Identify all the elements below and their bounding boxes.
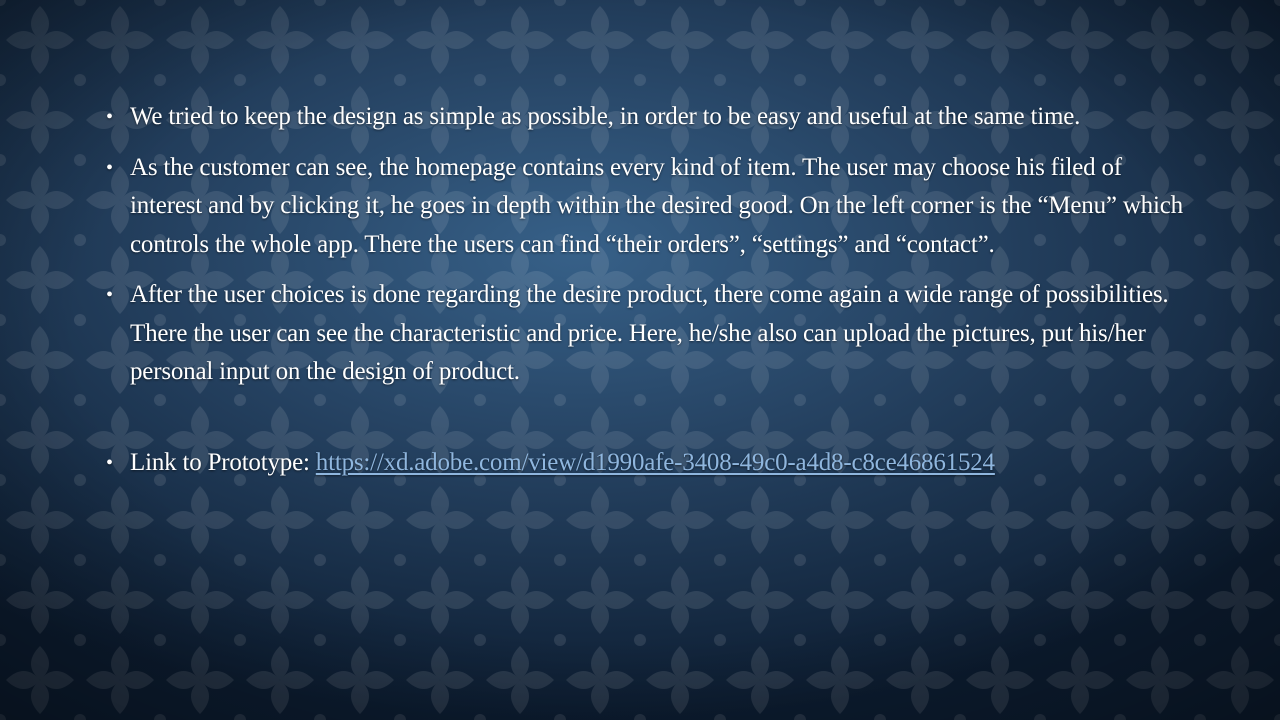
bullet-item: • After the user choices is done regardi… [104, 276, 1194, 392]
link-label: Link to Prototype: [130, 448, 316, 476]
bullet-text: As the customer can see, the homepage co… [130, 153, 1183, 258]
bullet-dot: • [106, 284, 113, 306]
bullet-list: • We tried to keep the design as simple … [104, 98, 1194, 482]
bullet-item: • We tried to keep the design as simple … [104, 98, 1194, 137]
bullet-dot: • [106, 451, 113, 474]
bullet-dot: • [106, 106, 113, 128]
slide: • We tried to keep the design as simple … [0, 0, 1280, 720]
bullet-item-link: • Link to Prototype: https://xd.adobe.co… [104, 444, 1194, 483]
bullet-text: After the user choices is done regarding… [130, 281, 1169, 385]
bullet-text: We tried to keep the design as simple as… [130, 103, 1081, 130]
prototype-link[interactable]: https://xd.adobe.com/view/d1990afe-3408-… [316, 449, 995, 476]
bullet-item: • As the customer can see, the homepage … [104, 149, 1194, 265]
slide-body: • We tried to keep the design as simple … [104, 98, 1194, 494]
bullet-dot: • [106, 156, 113, 179]
